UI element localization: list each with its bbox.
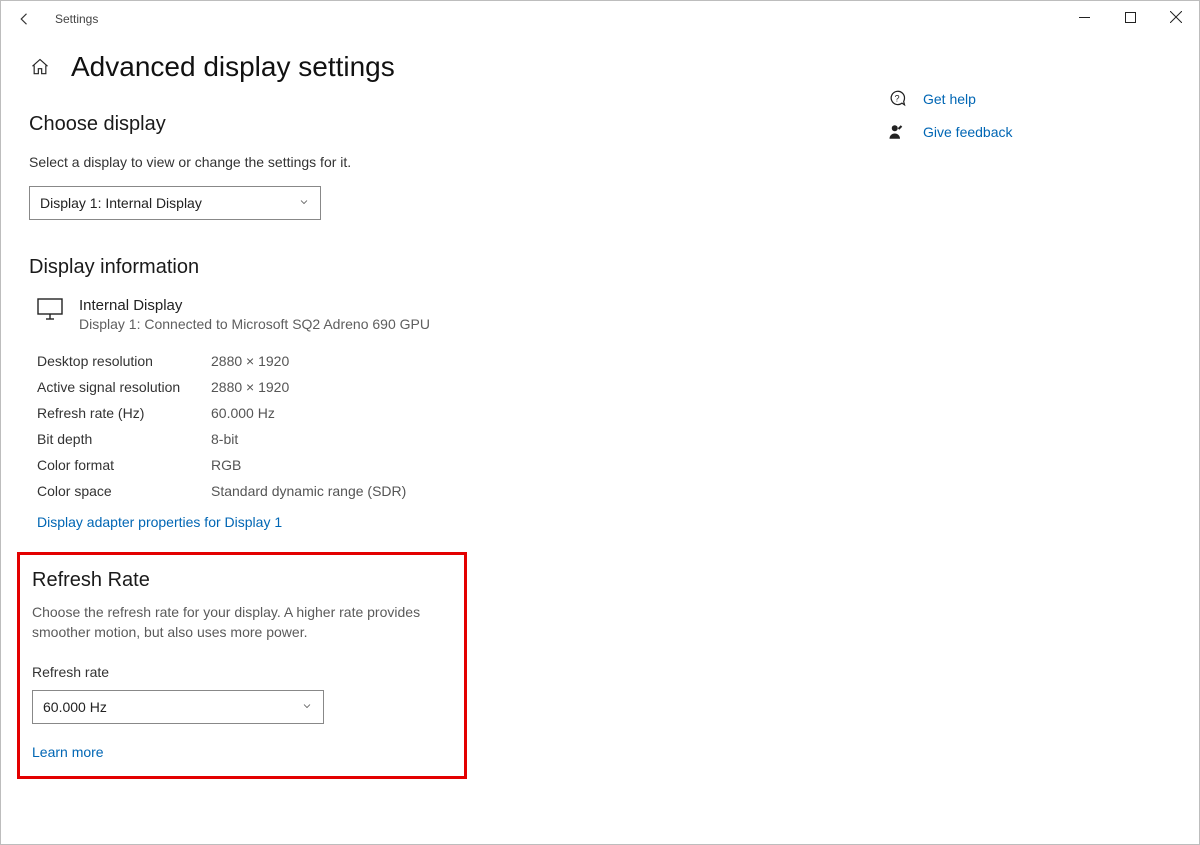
back-button[interactable] (1, 1, 49, 37)
display-information-section: Display information Internal Display Dis… (29, 256, 839, 530)
spec-key: Color format (37, 452, 211, 478)
spec-row: Refresh rate (Hz)60.000 Hz (29, 400, 839, 426)
page-title: Advanced display settings (71, 51, 395, 83)
spec-key: Refresh rate (Hz) (37, 400, 211, 426)
maximize-button[interactable] (1107, 1, 1153, 33)
spec-row: Desktop resolution2880 × 1920 (29, 348, 839, 374)
display-name: Internal Display (79, 297, 430, 314)
back-arrow-icon (16, 10, 34, 28)
spec-value: 60.000 Hz (211, 400, 275, 426)
spec-row: Color spaceStandard dynamic range (SDR) (29, 478, 839, 504)
spec-value: 2880 × 1920 (211, 374, 289, 400)
app-title: Settings (49, 12, 98, 26)
give-feedback-link[interactable]: Give feedback (923, 124, 1013, 140)
spec-value: Standard dynamic range (SDR) (211, 478, 406, 504)
titlebar: Settings (1, 1, 1199, 37)
minimize-icon (1079, 12, 1090, 23)
get-help-link[interactable]: Get help (923, 91, 976, 107)
feedback-icon (887, 123, 907, 141)
spec-value: 2880 × 1920 (211, 348, 289, 374)
spec-value: RGB (211, 452, 241, 478)
home-button[interactable] (29, 57, 51, 77)
svg-text:?: ? (894, 94, 899, 104)
refresh-rate-highlight: Refresh Rate Choose the refresh rate for… (17, 552, 467, 779)
spec-value: 8-bit (211, 426, 238, 452)
get-help-icon: ? (887, 89, 907, 109)
display-selector-value: Display 1: Internal Display (40, 195, 202, 211)
monitor-icon (37, 297, 63, 324)
chevron-down-icon (301, 699, 313, 715)
refresh-rate-label: Refresh rate (32, 664, 452, 680)
learn-more-link[interactable]: Learn more (32, 744, 104, 760)
window-controls (1061, 1, 1199, 33)
help-sidebar: ? Get help Give feedback (887, 37, 1147, 779)
adapter-properties-link[interactable]: Display adapter properties for Display 1 (29, 504, 282, 530)
display-info-heading: Display information (29, 256, 839, 279)
spec-key: Bit depth (37, 426, 211, 452)
maximize-icon (1125, 12, 1136, 23)
refresh-rate-description: Choose the refresh rate for your display… (32, 602, 452, 642)
spec-key: Active signal resolution (37, 374, 211, 400)
spec-row: Active signal resolution2880 × 1920 (29, 374, 839, 400)
choose-display-section: Choose display Select a display to view … (29, 113, 839, 220)
close-icon (1170, 11, 1182, 23)
minimize-button[interactable] (1061, 1, 1107, 33)
refresh-rate-heading: Refresh Rate (32, 569, 452, 592)
spec-row: Bit depth8-bit (29, 426, 839, 452)
home-icon (30, 57, 50, 77)
chevron-down-icon (298, 195, 310, 211)
spec-key: Color space (37, 478, 211, 504)
page-header: Advanced display settings (29, 37, 839, 113)
choose-display-heading: Choose display (29, 113, 839, 136)
spec-row: Color formatRGB (29, 452, 839, 478)
spec-key: Desktop resolution (37, 348, 211, 374)
display-selector[interactable]: Display 1: Internal Display (29, 186, 321, 220)
display-connection: Display 1: Connected to Microsoft SQ2 Ad… (79, 316, 430, 332)
close-button[interactable] (1153, 1, 1199, 33)
refresh-rate-value: 60.000 Hz (43, 699, 107, 715)
window-frame: Settings Advanced display settings Choos… (0, 0, 1200, 845)
choose-display-subtext: Select a display to view or change the s… (29, 154, 839, 170)
refresh-rate-selector[interactable]: 60.000 Hz (32, 690, 324, 724)
